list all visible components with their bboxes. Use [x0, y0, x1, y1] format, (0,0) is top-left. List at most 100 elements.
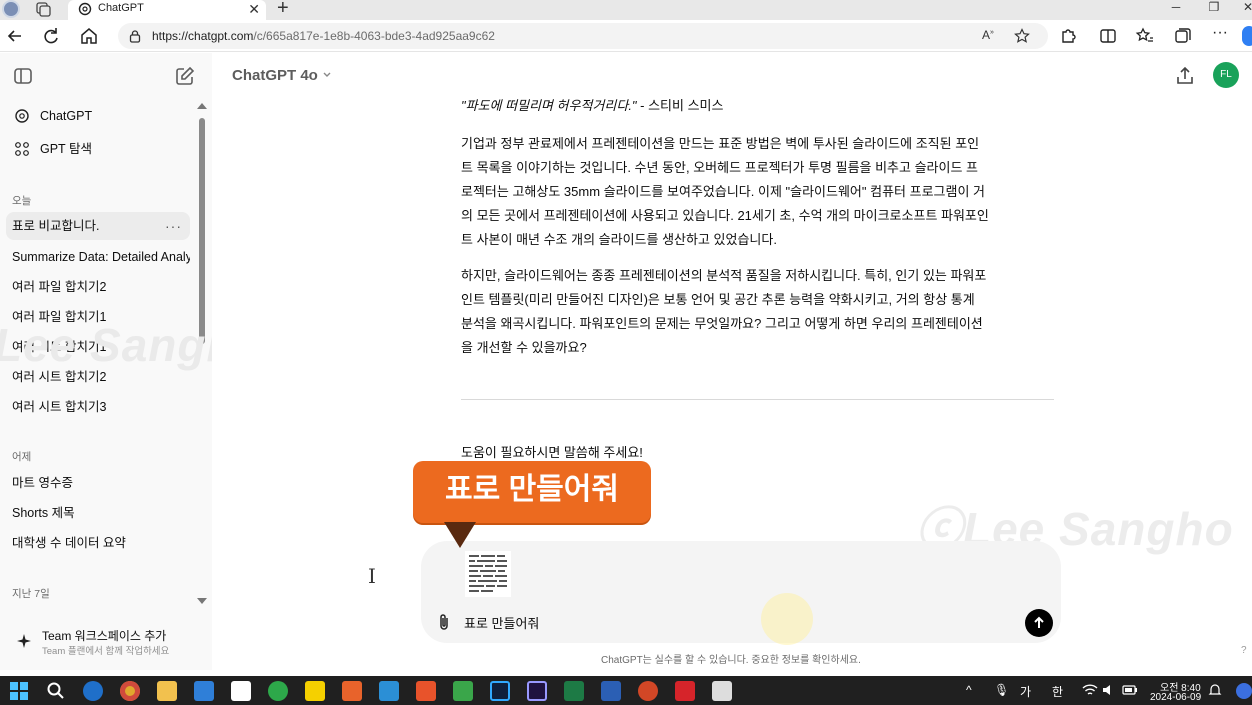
paragraph-line: 하지만, 슬라이드웨어는 종종 프레젠테이션의 분석적 품질을 저하시킵니다. … — [461, 268, 987, 283]
assistant-message: 도움이 필요하시면 말씀해 주세요! — [461, 445, 643, 460]
acrobat-icon[interactable] — [675, 681, 695, 701]
sidebar-item-chatgpt[interactable]: ChatGPT — [12, 104, 192, 128]
maximize-icon[interactable]: ❐ — [1196, 0, 1232, 18]
tab-actions-icon[interactable] — [34, 1, 52, 17]
sidebar-scrollbar[interactable] — [199, 118, 205, 344]
tray-overflow-icon[interactable]: ^ — [966, 683, 972, 697]
evernote-icon[interactable] — [268, 681, 288, 701]
address-bar[interactable]: https://chatgpt.com/c/665a817e-1e8b-4063… — [118, 23, 1048, 49]
app-s-red-icon[interactable] — [342, 681, 362, 701]
split-screen-icon[interactable] — [1098, 26, 1118, 46]
copilot-icon[interactable] — [1242, 26, 1252, 46]
refresh-icon[interactable] — [40, 25, 62, 47]
word-icon[interactable] — [601, 681, 621, 701]
history-item[interactable]: 표로 비교합니다. ··· — [6, 212, 190, 240]
edge-icon[interactable] — [83, 681, 103, 701]
history-item[interactable]: 여러 파일 합치기2 — [6, 273, 190, 301]
home-icon[interactable] — [78, 25, 100, 47]
help-icon[interactable]: ? — [1241, 645, 1247, 656]
annotation-callout-tail — [444, 522, 476, 548]
more-menu-icon[interactable]: ··· — [1212, 24, 1228, 42]
collections-icon[interactable] — [1172, 26, 1192, 46]
prompt-input[interactable]: 표로 만들어줘 — [464, 613, 539, 632]
paragraph-line: 분석을 왜곡시킵니다. 파워포인트의 문제는 무엇일까요? 그리고 어떻게 하면… — [461, 316, 983, 331]
taskbar: ^ 🎙 가 한 오전 8:40 2024-06-09 — [0, 676, 1252, 705]
profile-avatar[interactable] — [2, 0, 20, 18]
history-item[interactable]: Summarize Data: Detailed Analy — [6, 243, 190, 271]
paragraph-line: 트 사본이 매년 수조 개의 슬라이드를 생산하고 있었습니다. — [461, 232, 777, 247]
microphone-icon[interactable]: 🎙 — [994, 683, 1009, 697]
scroll-up-arrow[interactable] — [197, 103, 207, 109]
notepad-icon[interactable] — [194, 681, 214, 701]
app-c-green-icon[interactable] — [453, 681, 473, 701]
favorite-star-icon[interactable] — [1014, 28, 1030, 44]
scroll-down-arrow[interactable] — [197, 598, 207, 604]
sidebar-item-label: GPT 탐색 — [40, 142, 92, 156]
ime-mode[interactable]: 가 — [1020, 683, 1031, 700]
copilot-taskbar-icon[interactable] — [1236, 683, 1252, 699]
excel-icon[interactable] — [564, 681, 584, 701]
paragraph-line: 로젝터는 고해상도 35mm 슬라이드를 보여주었습니다. 이제 "슬라이드웨어… — [461, 184, 985, 199]
history-item[interactable]: 여러 시트 합치기3 — [6, 393, 190, 421]
sidebar-item-explore-gpts[interactable]: GPT 탐색 — [12, 137, 192, 161]
battery-icon[interactable] — [1122, 684, 1138, 696]
file-explorer-icon[interactable] — [157, 681, 177, 701]
send-button[interactable] — [1025, 609, 1053, 637]
team-title: Team 워크스페이스 추가 — [42, 629, 167, 643]
model-selector[interactable]: ChatGPT 4o — [232, 67, 318, 84]
url-text[interactable]: https://chatgpt.com/c/665a817e-1e8b-4063… — [152, 29, 495, 43]
favorites-icon[interactable] — [1135, 26, 1155, 46]
history-item[interactable]: Shorts 제목 — [6, 499, 190, 527]
lock-icon[interactable] — [128, 29, 142, 43]
user-avatar[interactable]: FL — [1213, 62, 1239, 88]
premiere-icon[interactable] — [527, 681, 547, 701]
search-icon[interactable] — [46, 681, 66, 701]
disclaimer: ChatGPT는 실수를 할 수 있습니다. 중요한 정보를 확인하세요. — [601, 655, 861, 666]
windows-start-icon[interactable] — [9, 681, 29, 701]
share-icon[interactable] — [1174, 65, 1196, 87]
read-aloud-icon[interactable]: A» — [982, 28, 994, 42]
window-close-icon[interactable]: ✕ — [1230, 0, 1252, 18]
openai-favicon-icon — [78, 2, 92, 16]
paragraph-line: 을 개선할 수 있을까요? — [461, 340, 587, 355]
more-options-icon[interactable]: ··· — [165, 212, 182, 240]
photoshop-icon[interactable] — [490, 681, 510, 701]
extensions-icon[interactable] — [1058, 26, 1078, 46]
sidebar-toggle-icon[interactable] — [12, 65, 34, 87]
back-icon[interactable] — [4, 25, 26, 47]
powerpoint-icon[interactable] — [638, 681, 658, 701]
section-heading-today: 오늘 — [12, 195, 32, 207]
paperclip-icon[interactable] — [435, 612, 453, 632]
snipping-tool-icon[interactable] — [712, 681, 732, 701]
kakaotalk-icon[interactable] — [305, 681, 325, 701]
paragraph-line: 기업과 정부 관료제에서 프레젠테이션을 만드는 표준 방법은 벽에 투사된 슬… — [461, 136, 980, 151]
minimize-icon[interactable]: ─ — [1158, 0, 1194, 18]
history-item[interactable]: 대학생 수 데이터 요약 — [6, 529, 190, 557]
notification-bell-icon[interactable] — [1208, 683, 1222, 697]
paragraph-line: 인트 템플릿(미리 만들어진 디자인)은 보통 언어 및 공간 추론 능력을 약… — [461, 292, 975, 307]
divider — [461, 399, 1054, 400]
new-tab-icon[interactable]: + — [277, 0, 289, 20]
paragraph-line: 트 목록을 이야기하는 것입니다. 수년 동안, 오버헤드 프로젝터가 투명 필… — [461, 160, 979, 175]
chevron-down-icon[interactable] — [322, 70, 332, 80]
new-chat-icon[interactable] — [174, 65, 196, 87]
paragraph-line: 의 모든 곳에서 프레젠테이션에 사용되고 있습니다. 21세기 초, 수억 개… — [461, 208, 989, 223]
app-c-red-icon[interactable] — [416, 681, 436, 701]
section-heading-last-7-days: 지난 7일 — [12, 588, 50, 600]
tab-close-icon[interactable]: ✕ — [248, 0, 260, 18]
quote-author: - 스티비 스미스 — [636, 98, 724, 113]
browser-toolbar: https://chatgpt.com/c/665a817e-1e8b-4063… — [0, 20, 1252, 52]
arrow-up-icon — [1034, 616, 1044, 628]
notion-icon[interactable] — [231, 681, 251, 701]
ime-language[interactable]: 한 — [1052, 683, 1063, 700]
clock-date[interactable]: 2024-06-09 — [1150, 692, 1201, 703]
volume-icon[interactable] — [1102, 683, 1116, 697]
history-item[interactable]: 마트 영수증 — [6, 469, 190, 497]
app-s-blue-icon[interactable] — [379, 681, 399, 701]
chrome-icon[interactable] — [120, 681, 140, 701]
image-attachment-thumbnail[interactable] — [465, 551, 511, 597]
tab-chatgpt[interactable]: ChatGPT ✕ — [68, 0, 266, 20]
add-team-workspace[interactable]: Team 워크스페이스 추가 Team 플랜에서 함께 작업하세요 — [12, 625, 202, 661]
message-composer[interactable]: 표로 만들어줘 — [421, 541, 1061, 645]
wifi-icon[interactable] — [1082, 683, 1098, 697]
